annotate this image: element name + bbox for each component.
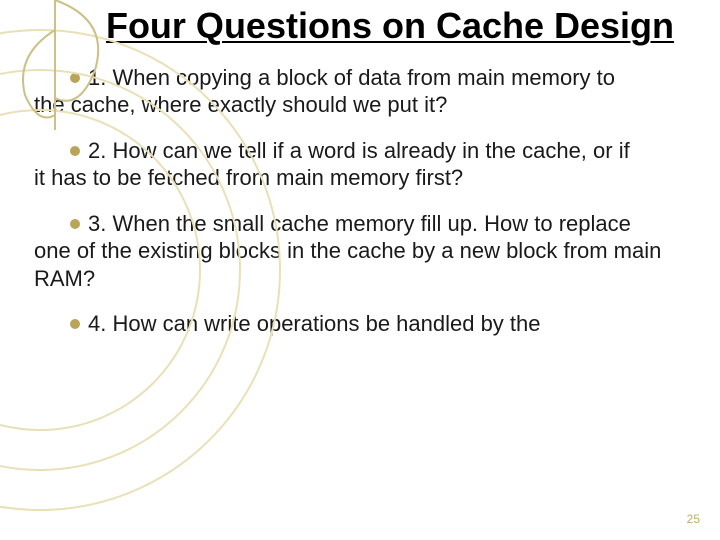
- item-lead: 3. When the small cache memory fill up. …: [88, 211, 631, 236]
- slide: Four Questions on Cache Design 1. When c…: [0, 0, 720, 540]
- bullet-icon: [70, 73, 80, 83]
- list-item: 2. How can we tell if a word is already …: [34, 137, 690, 192]
- bullet-icon: [70, 146, 80, 156]
- item-rest: one of the existing blocks in the cache …: [34, 237, 690, 292]
- page-number: 25: [687, 512, 700, 526]
- bullet-icon: [70, 319, 80, 329]
- list-item: 1. When copying a block of data from mai…: [34, 64, 690, 119]
- slide-body: 1. When copying a block of data from mai…: [0, 64, 720, 338]
- item-lead: 1. When copying a block of data from mai…: [88, 65, 615, 90]
- slide-title: Four Questions on Cache Design: [0, 0, 720, 46]
- list-item: 4. How can write operations be handled b…: [34, 310, 690, 338]
- bullet-icon: [70, 219, 80, 229]
- item-rest: it has to be fetched from main memory fi…: [34, 164, 690, 192]
- list-item: 3. When the small cache memory fill up. …: [34, 210, 690, 293]
- item-rest: the cache, where exactly should we put i…: [34, 91, 690, 119]
- item-lead: 2. How can we tell if a word is already …: [88, 138, 630, 163]
- item-lead: 4. How can write operations be handled b…: [88, 311, 541, 336]
